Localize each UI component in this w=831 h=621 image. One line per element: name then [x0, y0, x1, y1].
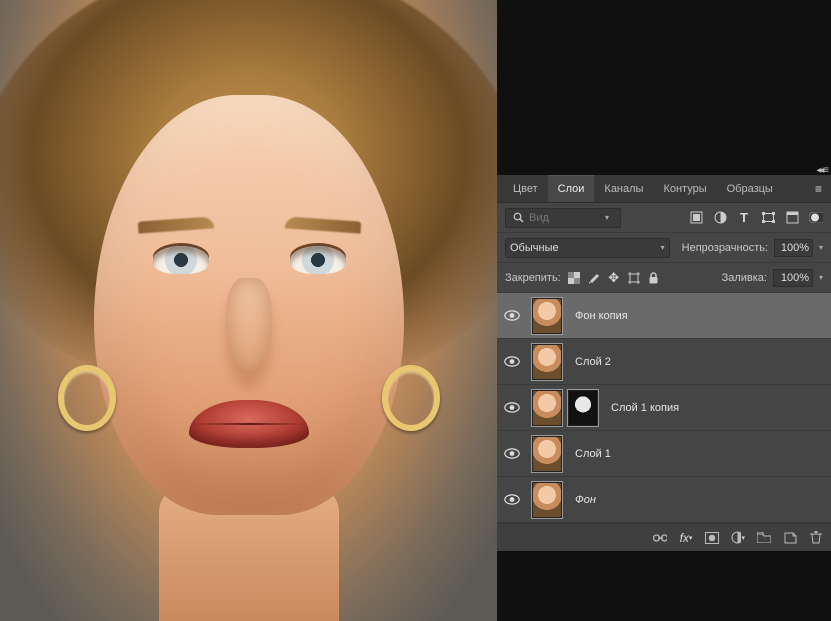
visibility-toggle[interactable] [497, 494, 527, 505]
layer-thumbnail[interactable] [531, 343, 563, 381]
visibility-toggle[interactable] [497, 402, 527, 413]
adjustment-layer-icon[interactable]: ▾ [731, 531, 745, 545]
blend-row: Обычные▾ Непрозрачность: 100% ▾ [497, 233, 831, 263]
link-layers-icon[interactable] [653, 531, 667, 545]
chevron-down-icon: ▾ [661, 243, 665, 252]
layer-filter-input[interactable] [529, 212, 601, 224]
filter-smart-icon[interactable] [785, 211, 799, 225]
layer-name[interactable]: Слой 1 копия [603, 402, 679, 414]
layer-row[interactable]: Фон [497, 477, 831, 523]
lock-label: Закрепить: [505, 272, 561, 284]
layer-mask-thumbnail[interactable] [567, 389, 599, 427]
filter-row: ▾ T [497, 203, 831, 233]
fill-value[interactable]: 100% [773, 269, 813, 287]
filter-type-icon[interactable]: T [737, 211, 751, 225]
chevron-down-icon[interactable]: ▾ [819, 273, 823, 282]
layer-thumbnail[interactable] [531, 435, 563, 473]
layers-panel: ◂◂ ≡ Цвет Слои Каналы Контуры Образцы ≡ … [497, 175, 831, 551]
tab-layers[interactable]: Слои [548, 175, 595, 202]
tab-channels[interactable]: Каналы [594, 175, 653, 202]
fill-label: Заливка: [722, 272, 767, 284]
layers-bottombar: fx▾ ▾ [497, 523, 831, 551]
lock-pixels-icon[interactable] [587, 271, 601, 285]
layer-row[interactable]: Слой 2 [497, 339, 831, 385]
layer-thumbnail[interactable] [531, 481, 563, 519]
filter-adjustment-icon[interactable] [713, 211, 727, 225]
layer-row[interactable]: Слой 1 [497, 431, 831, 477]
canvas-image[interactable] [0, 0, 497, 621]
portrait-rendering [0, 0, 497, 621]
chevron-down-icon[interactable]: ▾ [819, 243, 823, 252]
opacity-label: Непрозрачность: [682, 242, 768, 254]
lock-transparent-icon[interactable] [567, 271, 581, 285]
chevron-down-icon: ▾ [605, 213, 609, 222]
filter-toggle-icon[interactable] [809, 211, 823, 225]
layer-row[interactable]: Слой 1 копия [497, 385, 831, 431]
blend-mode-select[interactable]: Обычные▾ [505, 238, 670, 258]
lock-all-icon[interactable] [647, 271, 661, 285]
new-layer-icon[interactable] [783, 531, 797, 545]
panel-collapse-icon[interactable]: ◂◂ ≡ [816, 165, 827, 176]
tab-color[interactable]: Цвет [503, 175, 548, 202]
lock-row: Закрепить: ✥ Заливка: 100% ▾ [497, 263, 831, 293]
lock-artboard-icon[interactable] [627, 271, 641, 285]
layer-name[interactable]: Слой 1 [567, 448, 611, 460]
layer-thumbs [527, 389, 603, 427]
tab-swatches[interactable]: Образцы [717, 175, 783, 202]
visibility-toggle[interactable] [497, 310, 527, 321]
group-icon[interactable] [757, 531, 771, 545]
add-mask-icon[interactable] [705, 531, 719, 545]
panel-menu-icon[interactable]: ≡ [811, 182, 825, 196]
layer-row[interactable]: Фон копия [497, 293, 831, 339]
layer-thumbs [527, 481, 567, 519]
layer-fx-icon[interactable]: fx▾ [679, 531, 693, 545]
delete-layer-icon[interactable] [809, 531, 823, 545]
layer-thumbs [527, 435, 567, 473]
lock-position-icon[interactable]: ✥ [607, 271, 621, 285]
layers-list: Фон копия Слой 2 Слой 1 копия Слой 1 Фон [497, 293, 831, 523]
visibility-toggle[interactable] [497, 356, 527, 367]
opacity-value[interactable]: 100% [774, 239, 813, 257]
side-area: ◂◂ ≡ Цвет Слои Каналы Контуры Образцы ≡ … [497, 0, 831, 621]
layer-thumbs [527, 343, 567, 381]
tab-paths[interactable]: Контуры [653, 175, 716, 202]
layer-thumbnail[interactable] [531, 297, 563, 335]
layer-thumbs [527, 297, 567, 335]
layer-name[interactable]: Фон копия [567, 310, 628, 322]
visibility-toggle[interactable] [497, 448, 527, 459]
layer-filter-select[interactable]: ▾ [505, 208, 621, 228]
filter-shape-icon[interactable] [761, 211, 775, 225]
layer-name[interactable]: Фон [567, 494, 596, 506]
layer-thumbnail[interactable] [531, 389, 563, 427]
search-icon [511, 211, 525, 225]
layer-name[interactable]: Слой 2 [567, 356, 611, 368]
filter-pixel-icon[interactable] [689, 211, 703, 225]
panel-tabs: Цвет Слои Каналы Контуры Образцы ≡ [497, 175, 831, 203]
